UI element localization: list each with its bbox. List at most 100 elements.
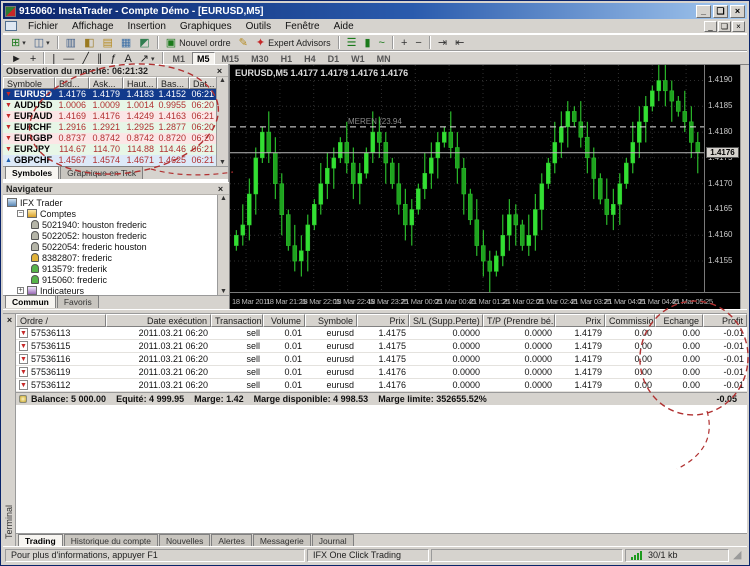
ask-value: 114.70 [93,144,120,154]
symbol-cell: ▼ EURGBP [3,133,55,144]
terminal-side-label[interactable]: Terminal [4,505,14,539]
mdi-close-button[interactable]: × [732,20,745,32]
order-row-57536113[interactable]: ▼ 57536113 2011.03.21 06:20 sell 0.01 eurusd 1… [16,327,747,340]
navigator-scrollbar[interactable]: ▲ ▼ [217,195,229,295]
menu-graphiques[interactable]: Graphiques [173,20,239,33]
menu-aide[interactable]: Aide [327,20,361,33]
scroll-down-icon[interactable]: ▼ [219,159,226,166]
expand-icon[interactable]: + [17,287,24,294]
market-row-eurgbp[interactable]: ▼ EURGBP 0.8737 0.8742 0.8742 0.8720 06:20 [3,133,228,144]
mw-column-5[interactable]: Dat... [189,77,217,89]
mdi-restore-button[interactable]: ❏ [718,20,731,32]
orders-column-0[interactable]: Ordre / [16,314,106,327]
toolbar-data-window-button[interactable]: ◧ [81,36,97,50]
collapse-icon[interactable]: − [17,210,24,217]
chart-scrollbar[interactable] [740,65,749,309]
toolbar-auto-scroll-button[interactable]: ⇥ [435,36,450,50]
orders-column-3[interactable]: Volume [263,314,305,327]
close-icon[interactable]: × [214,66,225,76]
tree-item-account[interactable]: 915060: frederic [31,274,229,285]
toolbar-terminal-button[interactable]: ▦ [118,36,134,50]
toolbar-chart-shift-button[interactable]: ⇤ [452,36,467,50]
orders-column-11[interactable]: Profit [703,314,747,327]
tree-item-account[interactable]: 5022052: houston frederic [31,230,229,241]
market-row-euraud[interactable]: ▼ EURAUD 1.4169 1.4176 1.4249 1.4163 06:21 [3,111,228,122]
minimize-button[interactable]: _ [696,4,711,18]
toolbar-chart-candles-button[interactable]: ▮ [361,36,373,50]
menu-affichage[interactable]: Affichage [65,20,121,33]
menu-outils[interactable]: Outils [239,20,279,33]
tree-item-accounts[interactable]: − Comptes [17,208,229,219]
orders-column-5[interactable]: Prix [357,314,409,327]
orders-column-10[interactable]: Echange [655,314,703,327]
mw-column-4[interactable]: Bas... [157,77,189,89]
market-watch-tab-graphique-en-tick[interactable]: Graphique en Tick [60,166,144,179]
close-icon[interactable]: × [215,184,226,194]
order-row-57536119[interactable]: ▼ 57536119 2011.03.21 06:20 sell 0.01 eurusd 1… [16,366,747,379]
order-date: 2011.03.21 06:20 [138,367,208,377]
mw-column-0[interactable]: Symbole [3,77,55,89]
restore-button[interactable]: ❏ [713,4,728,18]
toolbar-new-order-button[interactable]: ▣ Nouvel ordre [163,36,234,50]
chart-shift-icon: ⇤ [455,36,465,49]
toolbar-navigator-button[interactable]: ▤ [99,36,115,50]
toolbar-chart-line-button[interactable]: ~ [376,36,388,50]
tree-item-indicators[interactable]: + Indicateurs [17,285,229,295]
order-row-57536112[interactable]: ▼ 57536112 2011.03.21 06:20 sell 0.01 eurusd 1… [16,379,747,392]
mdi-minimize-button[interactable]: _ [704,20,717,32]
toolbar-zoom-out-button[interactable]: − [412,36,424,50]
close-button[interactable]: × [730,4,745,18]
mw-column-1[interactable]: Bid... [55,77,89,89]
mw-column-2[interactable]: Ask... [89,77,123,89]
toolbar-chart-bars-button[interactable]: ☰ [344,36,360,50]
market-row-audusd[interactable]: ▼ AUDUSD 1.0006 1.0009 1.0014 0.9955 06:20 [3,100,228,111]
orders-column-9[interactable]: Commission [605,314,655,327]
scroll-up-icon[interactable]: ▲ [219,77,226,84]
market-watch-tab-symboles[interactable]: Symboles [5,166,60,179]
market-row-eurjpy[interactable]: ▼ EURJPY 114.67 114.70 114.88 114.46 06:21 [3,144,228,155]
toolbar-profiles-button[interactable]: ◫ ▾ [31,36,53,50]
navigator-tab-favoris[interactable]: Favoris [56,295,99,308]
market-row-eurchf[interactable]: ▼ EURCHF 1.2916 1.2921 1.2925 1.2877 06:20 [3,122,228,133]
time-label: 21 Mar 05:25 [672,297,713,306]
chart-window[interactable]: MEREN (23.94 EURUSD,M5 1.4177 1.4179 1.41… [229,59,749,309]
menu-fichier[interactable]: Fichier [21,20,65,33]
candlestick-chart[interactable]: MEREN (23.94 EURUSD,M5 1.4177 1.4179 1.41… [230,59,704,292]
mw-column-3[interactable]: Haut... [123,77,157,89]
toolbar-metaeditor-button[interactable]: ✎ [236,36,251,50]
scroll-down-icon[interactable]: ▼ [220,288,227,295]
market-row-eurusd[interactable]: ▼ EURUSD 1.4176 1.4179 1.4183 1.4152 06:21 [3,89,228,100]
toolbar-new-chart-button[interactable]: ⊞ ▾ [8,36,29,50]
one-click-trading-button[interactable]: IFX One Click Trading [307,548,429,562]
tree-item-account[interactable]: 913579: frederik [31,263,229,274]
market-row-gbpchf[interactable]: ▲ GBPCHF 1.4567 1.4574 1.4671 1.4625 06:21 [3,155,228,166]
menu-fenêtre[interactable]: Fenêtre [278,20,326,33]
symbol-label: EURUSD [13,89,52,99]
toolbar-expert-advisors-button[interactable]: ✦ Expert Advisors [253,36,334,50]
toolbar-zoom-in-button[interactable]: + [398,36,410,50]
orders-column-4[interactable]: Symbole [305,314,357,327]
scroll-up-icon[interactable]: ▲ [220,195,227,202]
tree-item-root[interactable]: IFX Trader [7,197,229,208]
orders-column-7[interactable]: T/P (Prendre bé... [483,314,555,327]
toolbar-strategy-tester-button[interactable]: ◩ [136,36,152,50]
market-watch-title-bar[interactable]: Observation du marché: 06:21:32 × [3,64,228,77]
tree-item-account[interactable]: 5021940: houston frederic [31,219,229,230]
market-watch-scrollbar[interactable]: ▲ ▼ [216,77,228,166]
navigator-panel: Navigateur × IFX Trader − Comptes 502194… [3,182,229,308]
order-row-57536116[interactable]: ▼ 57536116 2011.03.21 06:20 sell 0.01 eurusd 1… [16,353,747,366]
orders-column-1[interactable]: Date exécution [106,314,211,327]
orders-column-2[interactable]: Transaction [211,314,263,327]
navigator-tab-commun[interactable]: Commun [5,295,56,308]
title-bar[interactable]: 915060: InstaTrader - Compte Démo - [EUR… [3,3,747,19]
orders-column-8[interactable]: Prix [555,314,605,327]
resize-grip[interactable]: ◢ [733,549,745,561]
order-row-57536115[interactable]: ▼ 57536115 2011.03.21 06:20 sell 0.01 eurusd 1… [16,340,747,353]
tree-item-account[interactable]: 5022054: frederic houston [31,241,229,252]
close-icon[interactable]: × [3,314,16,327]
tree-item-account[interactable]: 8382807: frederic [31,252,229,263]
navigator-title-bar[interactable]: Navigateur × [3,182,229,195]
toolbar-market-watch-button[interactable]: ▥ [63,36,79,50]
menu-insertion[interactable]: Insertion [121,20,173,33]
orders-column-6[interactable]: S/L (Supp.Perte) [409,314,483,327]
